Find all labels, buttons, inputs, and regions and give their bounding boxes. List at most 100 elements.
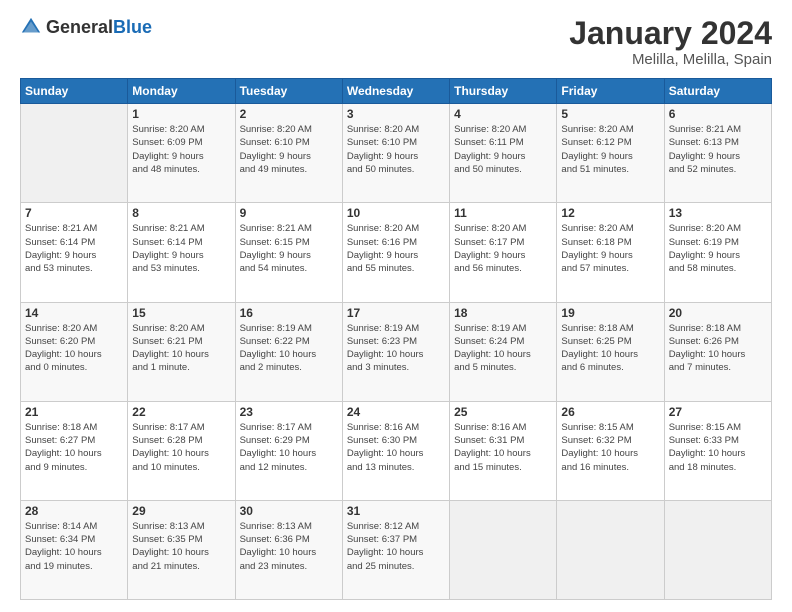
- calendar-header-day: Sunday: [21, 79, 128, 104]
- calendar-cell: 13 Sunrise: 8:20 AM Sunset: 6:19 PM Dayli…: [664, 203, 771, 302]
- calendar-cell: 1Sunrise: 8:20 AM Sunset: 6:09 PM Daylig…: [128, 104, 235, 203]
- day-number: 17: [347, 306, 445, 320]
- day-number: 28: [25, 504, 123, 518]
- logo: GeneralBlue: [20, 16, 152, 38]
- calendar-cell: 24Sunrise: 8:16 AM Sunset: 6:30 PM Dayli…: [342, 401, 449, 500]
- day-number: 18: [454, 306, 552, 320]
- day-number: 27: [669, 405, 767, 419]
- day-info: Sunrise: 8:20 AM Sunset: 6:16 PM Dayligh…: [347, 222, 445, 275]
- day-info: Sunrise: 8:21 AM Sunset: 6:14 PM Dayligh…: [132, 222, 230, 275]
- calendar-cell: 7 Sunrise: 8:21 AM Sunset: 6:14 PM Daylig…: [21, 203, 128, 302]
- calendar-week-row: 14 Sunrise: 8:20 AM Sunset: 6:20 PM Dayli…: [21, 302, 772, 401]
- day-info: Sunrise: 8:13 AM Sunset: 6:36 PM Dayligh…: [240, 520, 338, 573]
- calendar-cell: 28 Sunrise: 8:14 AM Sunset: 6:34 PM Dayli…: [21, 500, 128, 599]
- day-info: Sunrise: 8:14 AM Sunset: 6:34 PM Dayligh…: [25, 520, 123, 573]
- calendar-cell: 4Sunrise: 8:20 AM Sunset: 6:11 PM Daylig…: [450, 104, 557, 203]
- day-number: 29: [132, 504, 230, 518]
- day-number: 12: [561, 206, 659, 220]
- day-info: Sunrise: 8:20 AM Sunset: 6:11 PM Dayligh…: [454, 123, 552, 176]
- calendar-cell: [557, 500, 664, 599]
- day-info: Sunrise: 8:20 AM Sunset: 6:19 PM Dayligh…: [669, 222, 767, 275]
- calendar-header-day: Thursday: [450, 79, 557, 104]
- calendar-cell: 9Sunrise: 8:21 AM Sunset: 6:15 PM Daylig…: [235, 203, 342, 302]
- calendar-cell: 3 Sunrise: 8:20 AM Sunset: 6:10 PM Daylig…: [342, 104, 449, 203]
- calendar-week-row: 21Sunrise: 8:18 AM Sunset: 6:27 PM Dayli…: [21, 401, 772, 500]
- calendar-week-row: 7 Sunrise: 8:21 AM Sunset: 6:14 PM Daylig…: [21, 203, 772, 302]
- day-info: Sunrise: 8:20 AM Sunset: 6:18 PM Dayligh…: [561, 222, 659, 275]
- day-info: Sunrise: 8:21 AM Sunset: 6:14 PM Dayligh…: [25, 222, 123, 275]
- calendar-cell: [450, 500, 557, 599]
- day-info: Sunrise: 8:19 AM Sunset: 6:22 PM Dayligh…: [240, 322, 338, 375]
- day-number: 26: [561, 405, 659, 419]
- day-number: 3: [347, 107, 445, 121]
- calendar-cell: 11Sunrise: 8:20 AM Sunset: 6:17 PM Dayli…: [450, 203, 557, 302]
- day-number: 7: [25, 206, 123, 220]
- day-info: Sunrise: 8:20 AM Sunset: 6:21 PM Dayligh…: [132, 322, 230, 375]
- calendar-header-day: Wednesday: [342, 79, 449, 104]
- logo-icon: [20, 16, 42, 38]
- calendar-header-row: SundayMondayTuesdayWednesdayThursdayFrid…: [21, 79, 772, 104]
- calendar-week-row: 28 Sunrise: 8:14 AM Sunset: 6:34 PM Dayli…: [21, 500, 772, 599]
- day-info: Sunrise: 8:17 AM Sunset: 6:28 PM Dayligh…: [132, 421, 230, 474]
- calendar-cell: 19 Sunrise: 8:18 AM Sunset: 6:25 PM Dayli…: [557, 302, 664, 401]
- calendar-cell: 20 Sunrise: 8:18 AM Sunset: 6:26 PM Dayli…: [664, 302, 771, 401]
- day-info: Sunrise: 8:13 AM Sunset: 6:35 PM Dayligh…: [132, 520, 230, 573]
- day-info: Sunrise: 8:15 AM Sunset: 6:33 PM Dayligh…: [669, 421, 767, 474]
- day-info: Sunrise: 8:20 AM Sunset: 6:20 PM Dayligh…: [25, 322, 123, 375]
- calendar-cell: 17Sunrise: 8:19 AM Sunset: 6:23 PM Dayli…: [342, 302, 449, 401]
- day-info: Sunrise: 8:18 AM Sunset: 6:25 PM Dayligh…: [561, 322, 659, 375]
- title-section: January 2024 Melilla, Melilla, Spain: [569, 16, 772, 68]
- day-number: 14: [25, 306, 123, 320]
- day-number: 15: [132, 306, 230, 320]
- day-info: Sunrise: 8:12 AM Sunset: 6:37 PM Dayligh…: [347, 520, 445, 573]
- calendar-table: SundayMondayTuesdayWednesdayThursdayFrid…: [20, 78, 772, 600]
- header: GeneralBlue January 2024 Melilla, Melill…: [20, 16, 772, 68]
- day-number: 6: [669, 107, 767, 121]
- logo-text-blue: Blue: [113, 17, 152, 37]
- day-number: 23: [240, 405, 338, 419]
- calendar-cell: 29 Sunrise: 8:13 AM Sunset: 6:35 PM Dayli…: [128, 500, 235, 599]
- calendar-cell: 30 Sunrise: 8:13 AM Sunset: 6:36 PM Dayli…: [235, 500, 342, 599]
- calendar-header-day: Monday: [128, 79, 235, 104]
- day-info: Sunrise: 8:15 AM Sunset: 6:32 PM Dayligh…: [561, 421, 659, 474]
- calendar-cell: 27 Sunrise: 8:15 AM Sunset: 6:33 PM Dayli…: [664, 401, 771, 500]
- logo-text-general: General: [46, 17, 113, 37]
- day-info: Sunrise: 8:20 AM Sunset: 6:17 PM Dayligh…: [454, 222, 552, 275]
- day-number: 31: [347, 504, 445, 518]
- calendar-cell: 22 Sunrise: 8:17 AM Sunset: 6:28 PM Dayli…: [128, 401, 235, 500]
- calendar-cell: 23 Sunrise: 8:17 AM Sunset: 6:29 PM Dayli…: [235, 401, 342, 500]
- calendar-cell: [664, 500, 771, 599]
- calendar-cell: 25 Sunrise: 8:16 AM Sunset: 6:31 PM Dayli…: [450, 401, 557, 500]
- day-info: Sunrise: 8:16 AM Sunset: 6:31 PM Dayligh…: [454, 421, 552, 474]
- location-title: Melilla, Melilla, Spain: [569, 51, 772, 68]
- day-info: Sunrise: 8:20 AM Sunset: 6:12 PM Dayligh…: [561, 123, 659, 176]
- day-number: 16: [240, 306, 338, 320]
- month-title: January 2024: [569, 16, 772, 51]
- day-info: Sunrise: 8:19 AM Sunset: 6:24 PM Dayligh…: [454, 322, 552, 375]
- calendar-cell: 6Sunrise: 8:21 AM Sunset: 6:13 PM Daylig…: [664, 104, 771, 203]
- calendar-cell: 2Sunrise: 8:20 AM Sunset: 6:10 PM Daylig…: [235, 104, 342, 203]
- calendar-cell: 5Sunrise: 8:20 AM Sunset: 6:12 PM Daylig…: [557, 104, 664, 203]
- calendar-header-day: Friday: [557, 79, 664, 104]
- page: GeneralBlue January 2024 Melilla, Melill…: [0, 0, 792, 612]
- calendar-cell: 14 Sunrise: 8:20 AM Sunset: 6:20 PM Dayli…: [21, 302, 128, 401]
- day-number: 24: [347, 405, 445, 419]
- calendar-cell: 31 Sunrise: 8:12 AM Sunset: 6:37 PM Dayli…: [342, 500, 449, 599]
- day-number: 25: [454, 405, 552, 419]
- day-number: 20: [669, 306, 767, 320]
- day-info: Sunrise: 8:18 AM Sunset: 6:26 PM Dayligh…: [669, 322, 767, 375]
- calendar-cell: 18 Sunrise: 8:19 AM Sunset: 6:24 PM Dayli…: [450, 302, 557, 401]
- day-number: 30: [240, 504, 338, 518]
- day-info: Sunrise: 8:20 AM Sunset: 6:10 PM Dayligh…: [240, 123, 338, 176]
- day-number: 22: [132, 405, 230, 419]
- calendar-cell: 16 Sunrise: 8:19 AM Sunset: 6:22 PM Dayli…: [235, 302, 342, 401]
- calendar-cell: 8 Sunrise: 8:21 AM Sunset: 6:14 PM Daylig…: [128, 203, 235, 302]
- day-info: Sunrise: 8:18 AM Sunset: 6:27 PM Dayligh…: [25, 421, 123, 474]
- day-info: Sunrise: 8:20 AM Sunset: 6:10 PM Dayligh…: [347, 123, 445, 176]
- day-number: 8: [132, 206, 230, 220]
- calendar-cell: 12 Sunrise: 8:20 AM Sunset: 6:18 PM Dayli…: [557, 203, 664, 302]
- day-number: 13: [669, 206, 767, 220]
- calendar-cell: 10Sunrise: 8:20 AM Sunset: 6:16 PM Dayli…: [342, 203, 449, 302]
- day-number: 19: [561, 306, 659, 320]
- day-info: Sunrise: 8:17 AM Sunset: 6:29 PM Dayligh…: [240, 421, 338, 474]
